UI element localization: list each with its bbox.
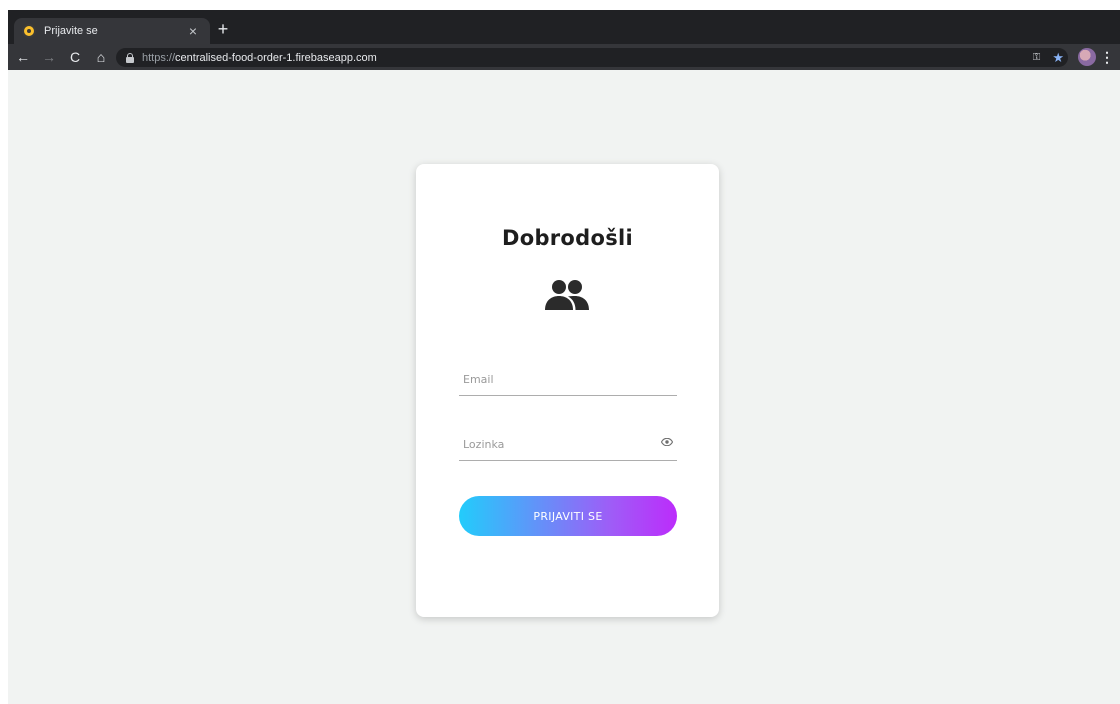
login-submit-button[interactable]: PRIJAVITI SE [459, 496, 677, 536]
browser-menu-button[interactable]: ⋮ [1100, 46, 1114, 68]
tab-close-button[interactable]: × [184, 23, 202, 39]
lock-icon [126, 53, 134, 63]
favicon-icon [22, 24, 36, 38]
tab-prijavite-se[interactable]: Prijavite se × [14, 18, 210, 44]
forward-button[interactable]: → [38, 46, 60, 68]
browser-toolbar: ← → C ⌂ https://centralised-food-order-1… [8, 44, 1120, 70]
profile-avatar[interactable] [1078, 48, 1096, 66]
users-icon [545, 280, 589, 310]
url-scheme: https:// [142, 51, 176, 64]
key-icon[interactable]: ⚿ [1033, 52, 1041, 63]
tab-title: Prijavite se [44, 25, 98, 37]
home-button[interactable]: ⌂ [90, 46, 112, 68]
email-input[interactable] [459, 367, 649, 391]
reload-button[interactable]: C [64, 46, 86, 68]
eye-icon[interactable] [661, 438, 673, 446]
address-bar[interactable]: https://centralised-food-order-1.firebas… [116, 48, 1068, 67]
email-field [459, 360, 677, 396]
new-tab-button[interactable]: + [212, 18, 234, 40]
password-field [459, 425, 677, 461]
url-text[interactable]: https://centralised-food-order-1.firebas… [142, 52, 377, 64]
password-input[interactable] [459, 432, 649, 456]
page-title: Dobrodošli [501, 226, 634, 250]
back-button[interactable]: ← [12, 46, 34, 68]
bookmark-star-icon[interactable]: ★ [1052, 50, 1064, 66]
address-bar-actions: ⚿ ★ [1033, 48, 1068, 67]
tab-strip: Prijavite se × + [8, 10, 1120, 44]
login-card: Dobrodošli PRIJAVITI SE [416, 164, 719, 617]
browser-window: Prijavite se × + ← → C ⌂ https://central… [8, 10, 1120, 704]
url-host: centralised-food-order-1.firebaseapp.com [175, 51, 377, 64]
